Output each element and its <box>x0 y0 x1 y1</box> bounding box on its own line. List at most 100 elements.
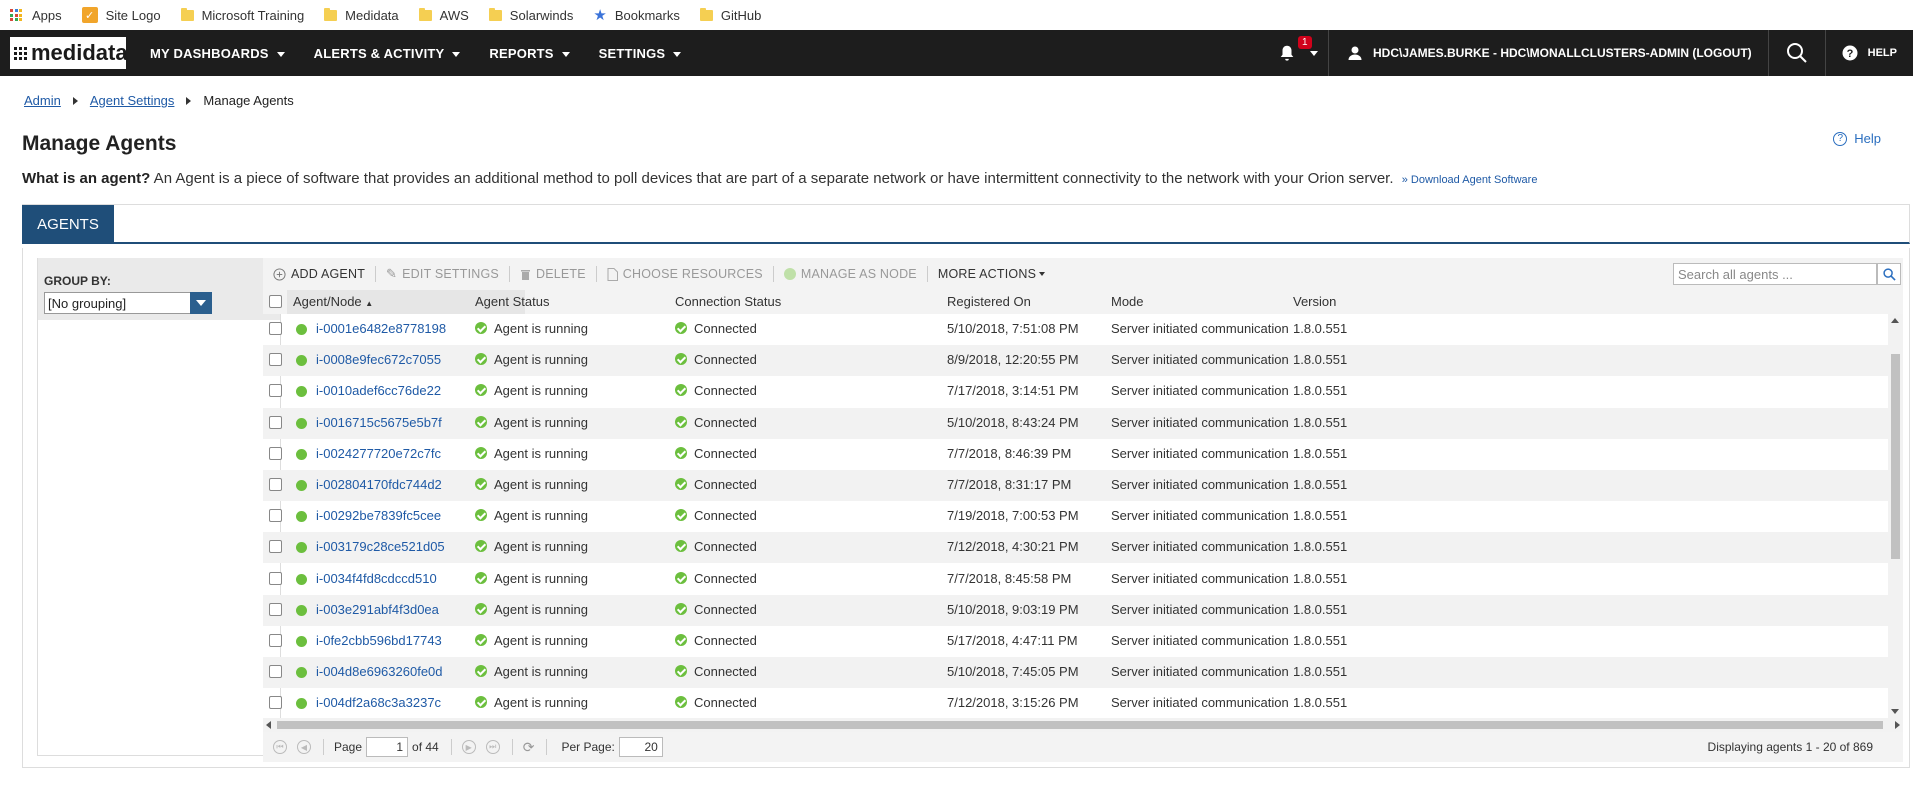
col-registered-on[interactable]: Registered On <box>947 294 1031 309</box>
folder-icon <box>418 7 432 21</box>
registered-on: 5/17/2018, 4:47:11 PM <box>947 633 1078 648</box>
scroll-thumb[interactable] <box>1891 354 1900 559</box>
tab-agents[interactable]: AGENTS <box>22 205 114 243</box>
node-status-icon <box>296 355 307 367</box>
row-checkbox[interactable] <box>269 634 282 647</box>
col-version[interactable]: Version <box>1293 294 1336 309</box>
bookmark-github[interactable]: GitHub <box>699 7 761 23</box>
per-page-input[interactable]: 20 <box>618 737 663 757</box>
check-circle-icon <box>475 634 487 646</box>
table-row[interactable]: i-004d8e6963260fe0d Agent is running Conne… <box>263 657 1888 689</box>
check-circle-icon <box>475 415 487 428</box>
agent-node-link[interactable]: i-004d8e6963260fe0d <box>316 664 443 679</box>
agent-node-link[interactable]: i-0fe2cbb596bd17743 <box>316 633 442 648</box>
nav-my-dashboards[interactable]: MY DASHBOARDS <box>150 46 285 61</box>
row-checkbox[interactable] <box>269 446 282 460</box>
table-row[interactable]: i-0034f4fd8cdccd510 Agent is running Conne… <box>263 564 1888 595</box>
bookmarks-bar: Apps ✓ Site Logo Microsoft Training Medid… <box>0 0 1913 30</box>
agent-node-link[interactable]: i-0010adef6cc76de22 <box>316 383 441 398</box>
table-row[interactable]: i-0024277720e72c7fc Agent is running Conne… <box>263 439 1888 470</box>
row-checkbox[interactable] <box>269 540 282 554</box>
row-checkbox[interactable] <box>269 602 282 616</box>
table-row[interactable]: i-004df2a68c3a3237c Agent is running Conne… <box>263 688 1888 718</box>
manage-as-node-button[interactable]: MANAGE AS NODE <box>774 267 927 281</box>
row-checkbox[interactable] <box>269 415 282 429</box>
table-row[interactable]: i-0008e9fec672c7055 Agent is running Conne… <box>263 345 1888 377</box>
user-account[interactable]: HDC\JAMES.BURKE - HDC\MONALLCLUSTERS-ADM… <box>1329 45 1768 61</box>
last-page-icon[interactable]: ⏭ <box>485 740 500 754</box>
select-all-checkbox[interactable] <box>269 295 282 308</box>
scroll-thumb[interactable] <box>277 721 1883 729</box>
table-row[interactable]: i-00292be7839fc5cee Agent is running Conne… <box>263 501 1888 532</box>
bookmark-site-logo[interactable]: ✓ Site Logo <box>81 7 161 23</box>
agent-node-link[interactable]: i-003e291abf4f3d0ea <box>316 602 439 617</box>
col-mode[interactable]: Mode <box>1111 294 1144 309</box>
search-agents-button[interactable] <box>1877 263 1901 285</box>
vertical-scrollbar[interactable] <box>1888 314 1903 718</box>
horizontal-scrollbar[interactable] <box>263 718 1903 732</box>
table-row[interactable]: i-0010adef6cc76de22 Agent is running Conne… <box>263 376 1888 407</box>
caret-down-icon <box>561 51 570 57</box>
bookmark-microsoft-training[interactable]: Microsoft Training <box>180 7 304 23</box>
notifications-button[interactable]: 1 <box>1278 36 1318 62</box>
check-circle-icon <box>475 384 487 397</box>
bookmark-apps[interactable]: Apps <box>10 8 62 23</box>
scroll-up-icon[interactable] <box>1891 318 1899 323</box>
choose-resources-button[interactable]: CHOOSE RESOURCES <box>597 267 773 281</box>
row-checkbox[interactable] <box>269 665 282 679</box>
row-checkbox[interactable] <box>269 384 282 398</box>
scroll-right-icon[interactable] <box>1895 721 1900 729</box>
search-agents-input[interactable]: Search all agents ... <box>1673 263 1877 285</box>
group-by-select[interactable]: [No grouping] <box>44 292 212 314</box>
more-actions-button[interactable]: MORE ACTIONS <box>928 267 1055 281</box>
global-search-button[interactable] <box>1769 42 1825 64</box>
breadcrumb-admin[interactable]: Admin <box>24 93 61 108</box>
agent-node-link[interactable]: i-0016715c5675e5b7f <box>316 415 442 430</box>
scroll-left-icon[interactable] <box>266 721 271 729</box>
scroll-down-icon[interactable] <box>1891 709 1899 714</box>
help-button[interactable]: ? HELP <box>1826 45 1913 61</box>
agent-node-link[interactable]: i-0034f4fd8cdccd510 <box>316 571 437 586</box>
agent-node-link[interactable]: i-002804170fdc744d2 <box>316 477 442 492</box>
next-page-icon[interactable]: ▶ <box>461 740 476 754</box>
bookmark-medidata[interactable]: Medidata <box>324 7 399 23</box>
agent-node-link[interactable]: i-00292be7839fc5cee <box>316 508 441 523</box>
agent-node-link[interactable]: i-003179c28ce521d05 <box>316 539 445 554</box>
table-row[interactable]: i-0fe2cbb596bd17743 Agent is running Conne… <box>263 626 1888 657</box>
nav-reports[interactable]: REPORTS <box>489 46 570 61</box>
breadcrumb-agent-settings[interactable]: Agent Settings <box>90 93 175 108</box>
page-input[interactable]: 1 <box>366 737 409 757</box>
table-row[interactable]: i-0016715c5675e5b7f Agent is running Conne… <box>263 407 1888 439</box>
prev-page-icon[interactable]: ◀ <box>297 740 311 754</box>
bookmark-aws[interactable]: AWS <box>418 7 469 23</box>
table-row[interactable]: i-003e291abf4f3d0ea Agent is running Conne… <box>263 594 1888 626</box>
edit-settings-button[interactable]: ✎ EDIT SETTINGS <box>376 266 509 282</box>
delete-button[interactable]: DELETE <box>510 267 596 281</box>
table-row[interactable]: i-002804170fdc744d2 Agent is running Conne… <box>263 470 1888 501</box>
agent-node-link[interactable]: i-0024277720e72c7fc <box>316 446 441 461</box>
row-checkbox[interactable] <box>269 322 282 335</box>
row-checkbox[interactable] <box>269 478 282 491</box>
row-checkbox[interactable] <box>269 696 282 710</box>
row-checkbox[interactable] <box>269 509 282 523</box>
bookmark-bookmarks[interactable]: ★ Bookmarks <box>593 6 679 24</box>
table-row[interactable]: i-003179c28ce521d05 Agent is running Conne… <box>263 532 1888 564</box>
agent-node-link[interactable]: i-004df2a68c3a3237c <box>316 695 441 710</box>
col-agent-node[interactable]: Agent/Node ▲ <box>293 294 373 309</box>
nav-alerts-activity[interactable]: ALERTS & ACTIVITY <box>314 46 461 61</box>
row-checkbox[interactable] <box>269 571 282 585</box>
table-row[interactable]: i-0001e6482e8778198 Agent is running Conne… <box>263 314 1888 345</box>
row-checkbox[interactable] <box>269 353 282 367</box>
refresh-icon[interactable]: ⟳ <box>523 739 535 756</box>
agent-node-link[interactable]: i-0008e9fec672c7055 <box>316 352 441 367</box>
add-agent-button[interactable]: ADD AGENT <box>263 267 375 281</box>
nav-settings[interactable]: SETTINGS <box>599 46 682 61</box>
col-agent-status[interactable]: Agent Status <box>475 294 549 309</box>
bookmark-solarwinds[interactable]: Solarwinds <box>488 7 573 23</box>
col-connection-status[interactable]: Connection Status <box>675 294 781 309</box>
first-page-icon[interactable]: ⏮ <box>273 740 287 754</box>
help-link[interactable]: ? Help <box>1833 131 1881 146</box>
agent-node-link[interactable]: i-0001e6482e8778198 <box>316 321 446 336</box>
medidata-logo[interactable]: medidata <box>10 37 128 69</box>
download-agent-link[interactable]: » Download Agent Software <box>1402 174 1538 186</box>
